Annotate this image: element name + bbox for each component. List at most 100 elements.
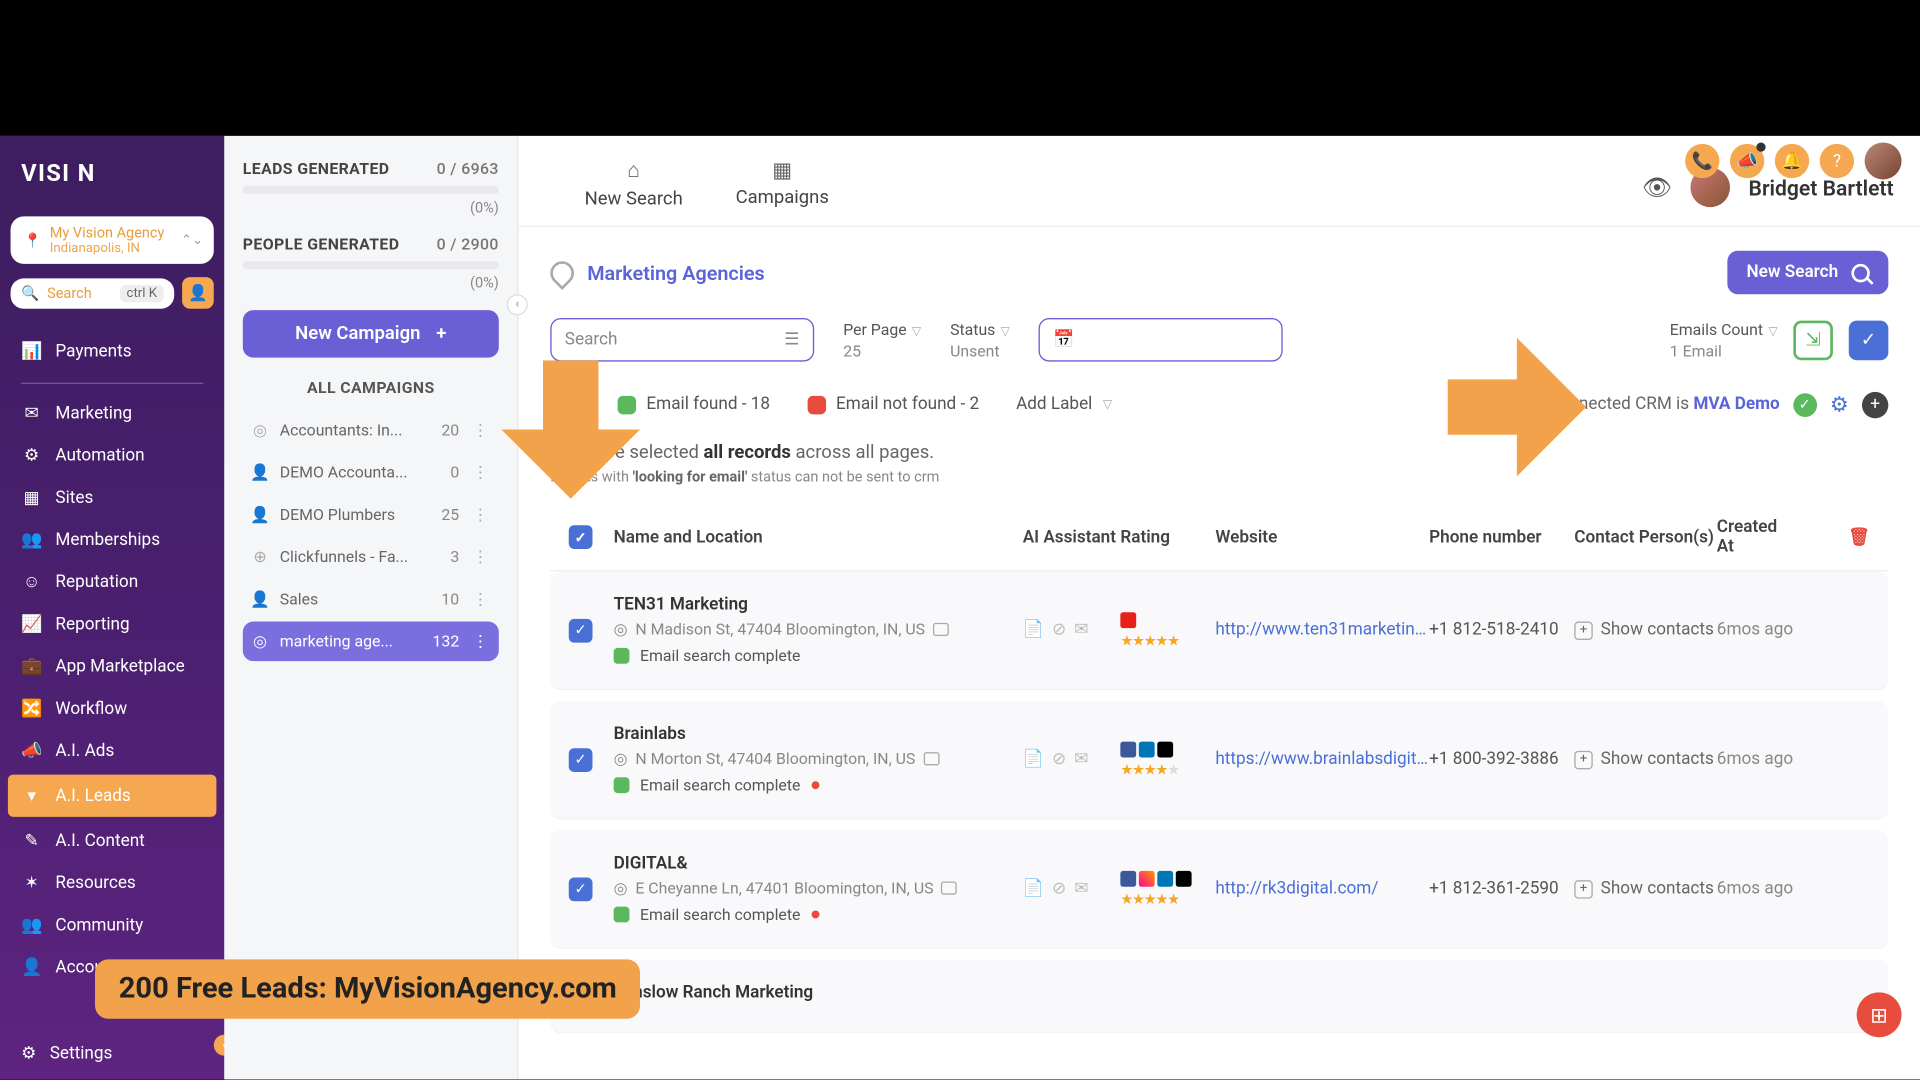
mail-icon[interactable]: ✉ (1074, 750, 1088, 770)
block-icon[interactable]: ⊘ (1052, 750, 1066, 770)
sidebar: VISI N 📍 My Vision AgencyIndianapolis, I… (0, 136, 224, 1080)
show-contacts-button[interactable]: +Show contacts (1574, 879, 1717, 899)
per-page-selector[interactable]: Per Page▽25 (843, 320, 921, 360)
row-checkbox[interactable]: ✓ (569, 877, 593, 901)
sidebar-item-community[interactable]: 👥Community (0, 904, 224, 946)
header-avatar[interactable] (1865, 143, 1902, 180)
send-to-crm-button[interactable]: ✓ (1849, 320, 1889, 360)
block-icon[interactable]: ⊘ (1052, 879, 1066, 899)
row-checkbox[interactable]: ✓ (569, 748, 593, 772)
automation-icon: ⚙ (21, 445, 42, 466)
more-icon[interactable]: ⋮ (470, 590, 491, 608)
col-rating[interactable]: Rating (1120, 527, 1215, 547)
phone-icon[interactable]: 📞 (1685, 144, 1719, 178)
status-selector[interactable]: Status▽Unsent (950, 320, 1010, 360)
bell-icon[interactable]: 🔔 (1775, 144, 1809, 178)
sidebar-item-sites[interactable]: ▦Sites (0, 476, 224, 518)
more-icon[interactable]: ⋮ (470, 505, 491, 523)
visibility-icon[interactable]: 👁 (1642, 174, 1672, 202)
campaign-item[interactable]: ⊕Clickfunnels - Fa...3⋮ (243, 537, 499, 577)
fb-icon (1120, 870, 1136, 886)
workflow-icon: 🔀 (21, 698, 42, 719)
sidebar-item-aileads[interactable]: ▾A.I. Leads (8, 775, 216, 817)
sidebar-item-aicontent[interactable]: ✎A.I. Content (0, 819, 224, 861)
fab-button[interactable]: ⊞ (1857, 992, 1902, 1037)
logo: VISI N (0, 136, 224, 206)
sidebar-item-aiads[interactable]: 📣A.I. Ads (0, 730, 224, 772)
more-icon[interactable]: ⋮ (470, 632, 491, 650)
more-icon[interactable]: ⋮ (470, 463, 491, 481)
col-ai[interactable]: AI Assistant (1023, 527, 1121, 547)
filter-search-input[interactable]: Search☰ (550, 318, 814, 362)
sidebar-item-marketing[interactable]: ✉Marketing (0, 392, 224, 434)
phone-number: +1 800-392-3886 (1429, 750, 1574, 770)
doc-icon[interactable]: 📄 (1023, 620, 1044, 640)
add-label-dropdown[interactable]: Add Label▽ (1016, 395, 1112, 415)
new-search-button[interactable]: New Search (1728, 251, 1888, 295)
sidebar-item-reputation[interactable]: ☺Reputation (0, 561, 224, 603)
collapse-panel-button[interactable]: ‹ (507, 294, 528, 315)
card-icon (923, 752, 939, 765)
col-web[interactable]: Website (1215, 527, 1429, 547)
search-icon: 🔍 (21, 284, 39, 301)
user-mini-icon[interactable]: 👤 (182, 277, 214, 309)
website-link[interactable]: http://rk3digital.com/ (1215, 879, 1429, 899)
col-name[interactable]: Name and Location (614, 527, 1023, 547)
reporting-icon: 📈 (21, 614, 42, 635)
row-checkbox[interactable]: ✓ (569, 618, 593, 642)
filter-email-notfound[interactable]: Email not found - 2 (807, 395, 979, 415)
search-input[interactable]: 🔍 Search ctrl K (11, 278, 175, 308)
sidebar-item-memberships[interactable]: 👥Memberships (0, 519, 224, 561)
col-phone[interactable]: Phone number (1429, 527, 1574, 547)
website-link[interactable]: http://www.ten31marketing... (1215, 620, 1429, 640)
new-campaign-button[interactable]: New Campaign+ (243, 310, 499, 358)
campaign-icon: 👤 (251, 590, 269, 608)
tab-new-search[interactable]: ⌂New Search (585, 149, 683, 226)
campaign-item[interactable]: ◎marketing age...132⋮ (243, 622, 499, 662)
block-icon[interactable]: ⊘ (1052, 620, 1066, 640)
export-button[interactable]: ⇲ (1793, 320, 1833, 360)
gear-icon[interactable]: ⚙ (1830, 392, 1849, 417)
col-contact[interactable]: Contact Person(s) (1574, 527, 1717, 547)
content-icon: ✎ (21, 830, 42, 851)
sidebar-item-payments[interactable]: 📊Payments (0, 330, 224, 372)
website-link[interactable]: https://www.brainlabsdigit... (1215, 750, 1429, 770)
sidebar-item-automation[interactable]: ⚙Automation (0, 434, 224, 476)
sidebar-item-workflow[interactable]: 🔀Workflow (0, 688, 224, 730)
chevron-icon: ⌃⌄ (181, 233, 203, 248)
mail-icon[interactable]: ✉ (1074, 620, 1088, 640)
agency-selector[interactable]: 📍 My Vision AgencyIndianapolis, IN ⌃⌄ (11, 216, 214, 264)
sidebar-item-settings[interactable]: ⚙Settings (0, 1028, 224, 1079)
ig-icon (1139, 870, 1155, 886)
announce-icon[interactable]: 📣 (1730, 144, 1764, 178)
lead-title[interactable]: Winslow Ranch Marketing (614, 983, 1023, 1003)
lead-title[interactable]: TEN31 Marketing (614, 595, 1023, 615)
lead-title[interactable]: DIGITAL& (614, 854, 1023, 874)
campaign-item[interactable]: 👤DEMO Accounta...0⋮ (243, 453, 499, 493)
campaign-item[interactable]: 👤Sales10⋮ (243, 579, 499, 619)
more-icon[interactable]: ⋮ (470, 421, 491, 439)
doc-icon[interactable]: 📄 (1023, 879, 1044, 899)
doc-icon[interactable]: 📄 (1023, 750, 1044, 770)
emails-count-selector[interactable]: Emails Count▽1 Email (1670, 320, 1778, 360)
delete-icon[interactable]: 🗑 (1848, 527, 1870, 547)
select-all-checkbox[interactable]: ✓ (569, 525, 593, 549)
show-contacts-button[interactable]: +Show contacts (1574, 620, 1717, 640)
more-icon[interactable]: ⋮ (470, 548, 491, 566)
mail-icon[interactable]: ✉ (1074, 879, 1088, 899)
lead-title[interactable]: Brainlabs (614, 724, 1023, 744)
sidebar-item-marketplace[interactable]: 💼App Marketplace (0, 645, 224, 687)
add-crm-button[interactable]: + (1862, 391, 1888, 417)
date-input[interactable]: 📅 (1039, 318, 1283, 362)
col-created[interactable]: Created At (1717, 517, 1794, 557)
show-contacts-button[interactable]: +Show contacts (1574, 750, 1717, 770)
tab-campaigns[interactable]: ▦Campaigns (736, 149, 829, 226)
filter-email-found[interactable]: Email found - 18 (617, 395, 770, 415)
campaign-item[interactable]: ◎Accountants: In...20⋮ (243, 410, 499, 450)
pin-icon: ◎ (614, 750, 628, 768)
sidebar-item-resources[interactable]: ✶Resources (0, 862, 224, 904)
help-icon[interactable]: ? (1820, 144, 1854, 178)
keyboard-shortcut: ctrl K (120, 284, 164, 301)
sidebar-item-reporting[interactable]: 📈Reporting (0, 603, 224, 645)
campaign-item[interactable]: 👤DEMO Plumbers25⋮ (243, 495, 499, 535)
